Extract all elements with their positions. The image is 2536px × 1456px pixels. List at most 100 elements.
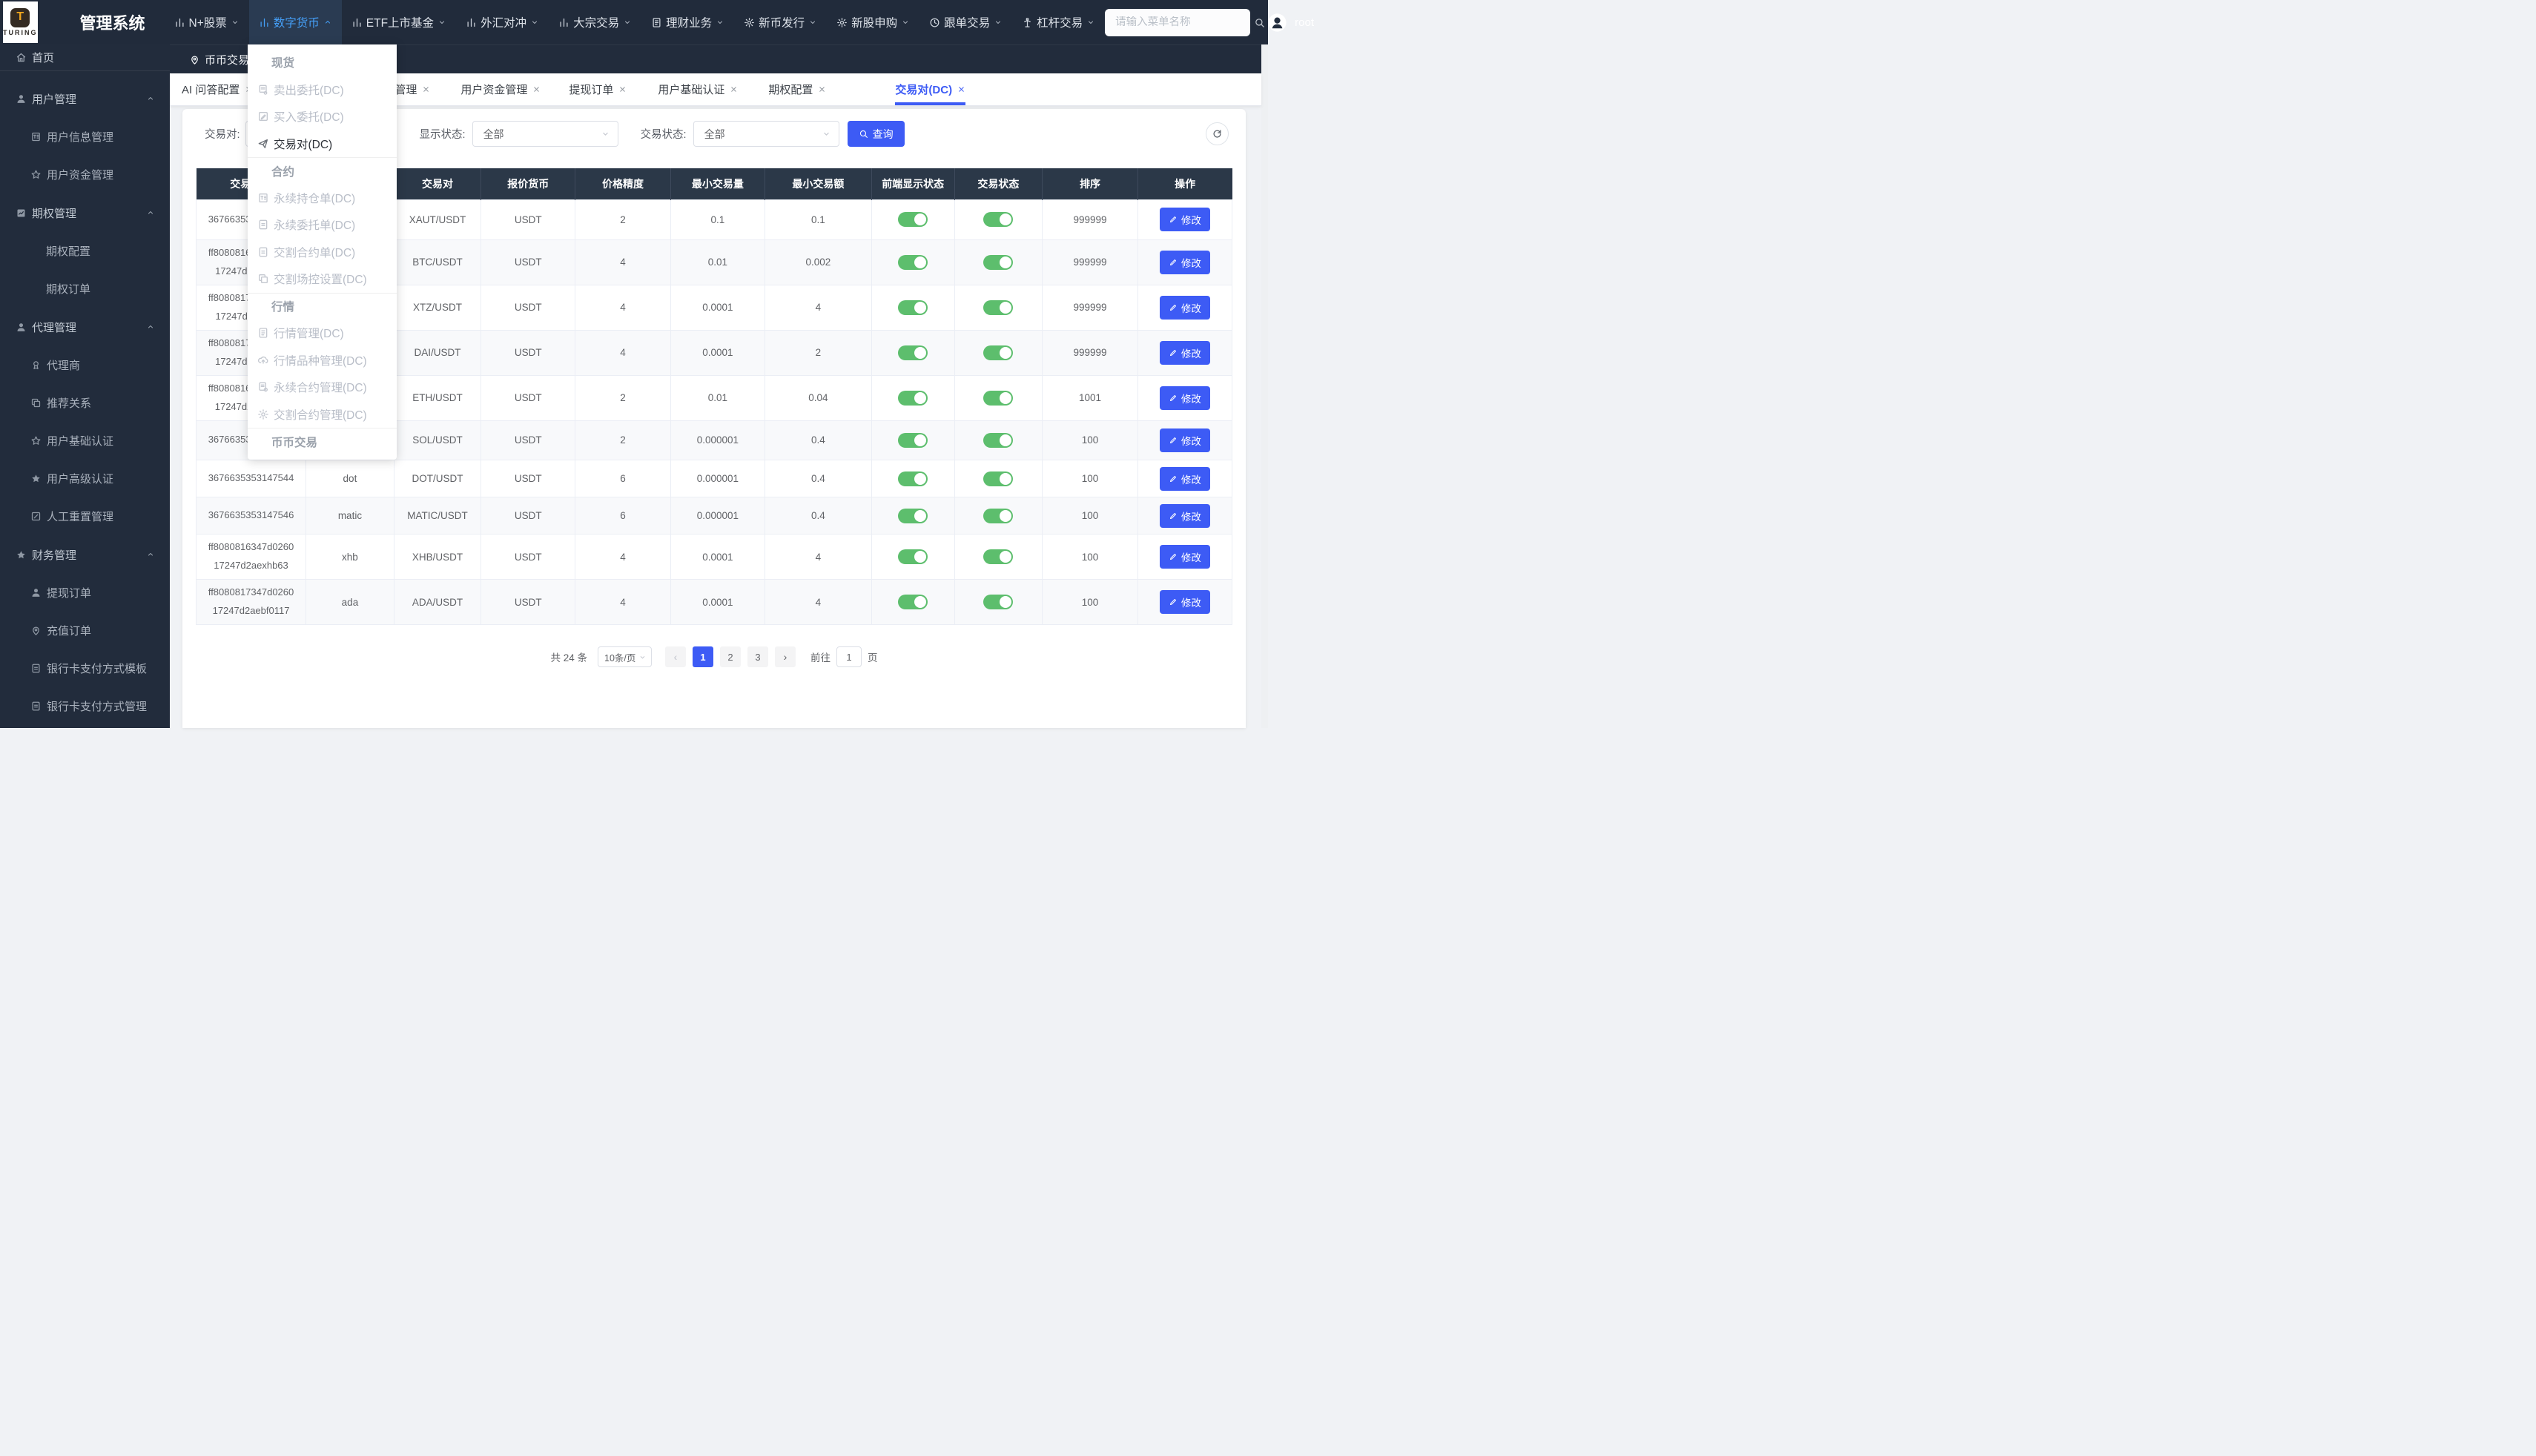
tab-close-icon[interactable]: [532, 85, 541, 93]
tab-close-icon[interactable]: [818, 85, 826, 93]
trade-status-toggle[interactable]: [983, 391, 1013, 406]
toggle-knob: [1000, 392, 1011, 404]
nav-item-新股申购[interactable]: 新股申购: [827, 0, 919, 44]
menu-item-交割合约管理(DC)[interactable]: 交割合约管理(DC): [248, 401, 397, 428]
app-logo[interactable]: T TURING: [3, 1, 38, 43]
menu-item-行情品种管理(DC)[interactable]: 行情品种管理(DC): [248, 347, 397, 374]
sidebar-item-用户信息管理[interactable]: 用户信息管理: [0, 118, 170, 156]
user-name[interactable]: root: [1295, 16, 1314, 29]
goto-page-input[interactable]: [836, 646, 862, 667]
display-status-toggle[interactable]: [898, 212, 928, 227]
sidebar: 首页 用户管理用户信息管理用户资金管理期权管理期权配置期权订单代理管理代理商推荐…: [0, 44, 170, 728]
prev-page-button[interactable]: ‹: [665, 646, 686, 667]
sidebar-item-期权管理[interactable]: 期权管理: [0, 193, 170, 232]
nav-item-理财业务[interactable]: 理财业务: [641, 0, 734, 44]
page-button-2[interactable]: 2: [720, 646, 741, 667]
trade-status-toggle[interactable]: [983, 300, 1013, 315]
tab-用户资金管理[interactable]: 用户资金管理: [460, 73, 541, 105]
sidebar-item-期权配置[interactable]: 期权配置: [0, 232, 170, 270]
menu-item-交易对(DC)[interactable]: 交易对(DC): [248, 130, 397, 158]
nav-item-数字货币[interactable]: 数字货币: [249, 0, 342, 44]
sidebar-item-用户资金管理[interactable]: 用户资金管理: [0, 156, 170, 193]
page-button-1[interactable]: 1: [693, 646, 713, 667]
tab-close-icon[interactable]: [618, 85, 627, 93]
sidebar-item-银行卡支付方式管理[interactable]: 银行卡支付方式管理: [0, 687, 170, 725]
avatar[interactable]: [1267, 12, 1288, 33]
menu-item-永续委托单(DC)[interactable]: 永续委托单(DC): [248, 211, 397, 239]
tab-交易对(DC)[interactable]: 交易对(DC): [895, 73, 965, 105]
menu-search-input[interactable]: [1115, 16, 1254, 28]
edit-button[interactable]: 修改: [1160, 251, 1210, 274]
menu-item-永续合约管理(DC)[interactable]: 永续合约管理(DC): [248, 374, 397, 401]
query-button[interactable]: 查询: [848, 121, 905, 147]
tab-close-icon[interactable]: [730, 85, 738, 93]
display-status-select[interactable]: 全部: [472, 121, 618, 147]
sidebar-item-财务管理[interactable]: 财务管理: [0, 535, 170, 574]
sidebar-item-充值订单[interactable]: 充值订单: [0, 612, 170, 649]
sidebar-item-推荐关系[interactable]: 推荐关系: [0, 384, 170, 422]
trade-status-toggle[interactable]: [983, 212, 1013, 227]
menu-item-卖出委托(DC)[interactable]: 卖出委托(DC): [248, 76, 397, 104]
edit-button[interactable]: 修改: [1160, 296, 1210, 320]
trade-status-toggle[interactable]: [983, 471, 1013, 486]
tab-提现订单[interactable]: 提现订单: [569, 73, 627, 105]
trade-status-toggle[interactable]: [983, 509, 1013, 523]
tab-用户基础认证[interactable]: 用户基础认证: [658, 73, 738, 105]
nav-item-新币发行[interactable]: 新币发行: [734, 0, 827, 44]
tab-AI 问答配置[interactable]: AI 问答配置: [182, 73, 253, 105]
sidebar-item-用户基础认证[interactable]: 用户基础认证: [0, 422, 170, 460]
display-status-toggle[interactable]: [898, 595, 928, 609]
sidebar-item-期权订单[interactable]: 期权订单: [0, 270, 170, 308]
trade-status-select[interactable]: 全部: [693, 121, 839, 147]
display-status-toggle[interactable]: [898, 433, 928, 448]
page-scrollbar[interactable]: [1261, 44, 1268, 728]
tab-close-icon[interactable]: [422, 85, 430, 93]
sidebar-item-代理商[interactable]: 代理商: [0, 346, 170, 384]
next-page-button[interactable]: ›: [775, 646, 796, 667]
display-status-toggle[interactable]: [898, 345, 928, 360]
edit-button[interactable]: 修改: [1160, 504, 1210, 528]
tab-期权配置[interactable]: 期权配置: [768, 73, 826, 105]
nav-item-N+股票[interactable]: N+股票: [165, 0, 249, 44]
menu-item-交割场控设置(DC)[interactable]: 交割场控设置(DC): [248, 265, 397, 293]
trade-status-toggle[interactable]: [983, 595, 1013, 609]
sidebar-item-代理管理[interactable]: 代理管理: [0, 308, 170, 346]
trade-status-toggle[interactable]: [983, 549, 1013, 564]
display-status-toggle[interactable]: [898, 391, 928, 406]
display-status-toggle[interactable]: [898, 549, 928, 564]
page-size-select[interactable]: 10条/页: [598, 646, 652, 667]
nav-item-杠杆交易[interactable]: 杠杆交易: [1012, 0, 1105, 44]
sidebar-item-提现订单[interactable]: 提现订单: [0, 574, 170, 612]
menu-item-买入委托(DC)[interactable]: 买入委托(DC): [248, 103, 397, 130]
sidebar-item-用户管理[interactable]: 用户管理: [0, 79, 170, 118]
menu-search-box[interactable]: [1105, 9, 1250, 36]
nav-item-外汇对冲[interactable]: 外汇对冲: [456, 0, 549, 44]
menu-item-交割合约单(DC)[interactable]: 交割合约单(DC): [248, 239, 397, 266]
menu-item-行情管理(DC)[interactable]: 行情管理(DC): [248, 320, 397, 347]
edit-button[interactable]: 修改: [1160, 590, 1210, 614]
nav-item-大宗交易[interactable]: 大宗交易: [549, 0, 641, 44]
trade-status-toggle[interactable]: [983, 433, 1013, 448]
sidebar-item-用户高级认证[interactable]: 用户高级认证: [0, 460, 170, 497]
edit-button[interactable]: 修改: [1160, 208, 1210, 231]
trade-status-toggle[interactable]: [983, 255, 1013, 270]
sidebar-item-银行卡支付方式模板[interactable]: 银行卡支付方式模板: [0, 649, 170, 687]
tab-close-icon[interactable]: [957, 85, 965, 93]
edit-button[interactable]: 修改: [1160, 545, 1210, 569]
edit-button[interactable]: 修改: [1160, 341, 1210, 365]
refresh-button[interactable]: [1206, 122, 1229, 145]
nav-item-ETF上市基金[interactable]: ETF上市基金: [342, 0, 456, 44]
display-status-toggle[interactable]: [898, 471, 928, 486]
display-status-toggle[interactable]: [898, 509, 928, 523]
page-button-3[interactable]: 3: [747, 646, 768, 667]
sidebar-item-人工重置管理[interactable]: 人工重置管理: [0, 497, 170, 535]
nav-item-跟单交易[interactable]: 跟单交易: [919, 0, 1012, 44]
sidebar-item-home[interactable]: 首页: [0, 44, 170, 71]
menu-item-永续持仓单(DC)[interactable]: 永续持仓单(DC): [248, 185, 397, 212]
display-status-toggle[interactable]: [898, 255, 928, 270]
trade-status-toggle[interactable]: [983, 345, 1013, 360]
edit-button[interactable]: 修改: [1160, 386, 1210, 410]
display-status-toggle[interactable]: [898, 300, 928, 315]
edit-button[interactable]: 修改: [1160, 428, 1210, 452]
edit-button[interactable]: 修改: [1160, 467, 1210, 491]
